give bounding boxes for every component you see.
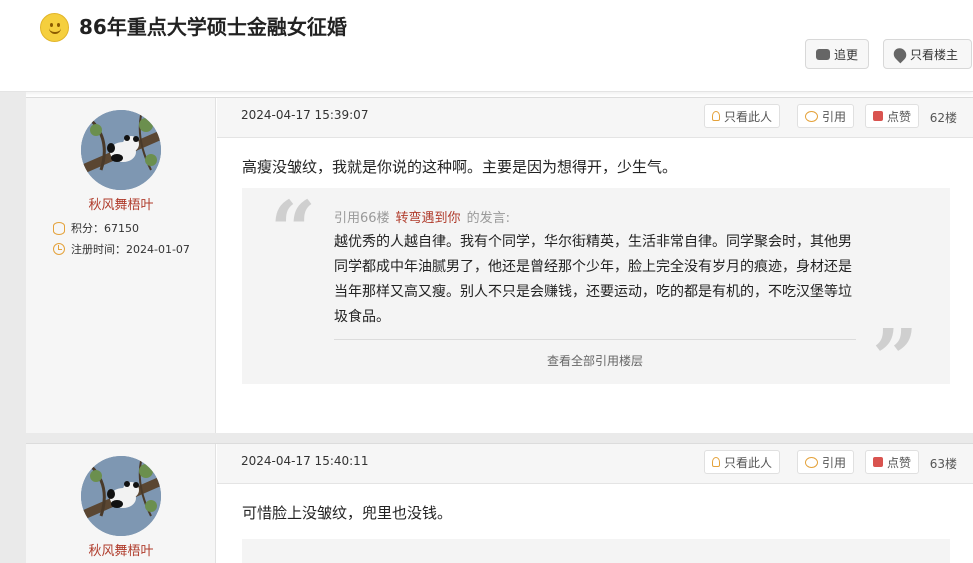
post-time: 2024-04-17 15:40:11 <box>241 454 369 468</box>
registered-text: 注册时间：2024-01-07 <box>71 243 190 256</box>
post-separator <box>26 433 973 443</box>
post-62: 秋风舞梧叶 积分：67150 注册时间：2024-01-07 2024-04-1… <box>26 97 973 433</box>
quote-bubble-icon <box>805 110 818 122</box>
coins-icon <box>53 221 65 235</box>
drop-icon <box>891 45 909 63</box>
post-text: 高瘦没皱纹，我就是你说的这种啊。主要是因为想得开，少生气。 <box>242 158 678 176</box>
post-toolbar: 2024-04-17 15:39:07 只看此人 引用 点赞 62楼 <box>217 98 973 138</box>
only-owner-button[interactable]: 只看楼主 <box>883 39 972 69</box>
only-this-user-button[interactable]: 只看此人 <box>704 450 781 474</box>
quote-divider <box>334 339 856 340</box>
left-gutter <box>0 92 26 563</box>
author-points: 积分：67150 <box>53 220 139 236</box>
page-title: 86年重点大学硕士金融女征婚 <box>79 15 347 39</box>
only-this-user-label: 只看此人 <box>724 109 773 124</box>
quote-button[interactable]: 引用 <box>797 450 855 474</box>
quote-text: 越优秀的人越自律。我有个同学，华尔街精英，生活非常自律。同学聚会时，其他男同学都… <box>334 234 852 325</box>
quote-label: 引用 <box>822 109 847 124</box>
thumbs-up-icon <box>873 457 883 467</box>
post-content: 2024-04-17 15:39:07 只看此人 引用 点赞 62楼 高瘦没皱纹… <box>217 98 973 433</box>
quote-header: 引用66楼 转弯遇到你 的发言: <box>334 207 510 226</box>
post-text: 可惜脸上没皱纹，兜里也没钱。 <box>242 504 453 522</box>
author-registered: 注册时间：2024-01-07 <box>53 241 190 257</box>
like-label: 点赞 <box>887 109 912 124</box>
floor-number: 62楼 <box>929 111 957 125</box>
only-this-user-label: 只看此人 <box>724 455 773 470</box>
chase-updates-button[interactable]: 追更 <box>805 39 869 69</box>
post-time: 2024-04-17 15:39:07 <box>241 108 369 122</box>
user-icon <box>712 111 720 121</box>
chat-icon <box>816 43 830 60</box>
open-quote-icon: “ <box>270 183 317 277</box>
quote-bubble-icon <box>805 456 818 468</box>
quoted-post <box>242 539 950 563</box>
like-label: 点赞 <box>887 455 912 470</box>
thread-header: 86年重点大学硕士金融女征婚 追更 只看楼主 <box>0 0 973 92</box>
thumbs-up-icon <box>873 111 883 121</box>
user-icon <box>712 457 720 467</box>
points-text: 积分：67150 <box>71 222 139 235</box>
clock-icon <box>53 243 65 255</box>
quote-button[interactable]: 引用 <box>797 104 855 128</box>
quote-label: 引用 <box>822 455 847 470</box>
only-owner-label: 只看楼主 <box>910 47 959 62</box>
avatar[interactable] <box>81 110 161 190</box>
author-panel: 秋风舞梧叶 积分：67150 注册时间：2024-01-07 <box>26 98 216 433</box>
only-this-user-button[interactable]: 只看此人 <box>704 104 781 128</box>
author-name[interactable]: 秋风舞梧叶 <box>26 194 216 213</box>
quote-prefix: 引用66楼 <box>334 211 390 226</box>
post-content: 2024-04-17 15:40:11 只看此人 引用 点赞 63楼 可惜脸上没… <box>217 444 973 563</box>
avatar[interactable] <box>81 456 161 536</box>
view-all-quotes-link[interactable]: 查看全部引用楼层 <box>334 352 856 369</box>
floor-number: 63楼 <box>929 457 957 471</box>
quote-author[interactable]: 转弯遇到你 <box>396 207 461 226</box>
smiley-icon <box>40 13 69 42</box>
chase-updates-label: 追更 <box>834 47 859 62</box>
quote-suffix: 的发言: <box>466 211 510 226</box>
author-name[interactable]: 秋风舞梧叶 <box>26 540 216 559</box>
post-63: 秋风舞梧叶 2024-04-17 15:40:11 只看此人 引用 点赞 63楼… <box>26 443 973 563</box>
like-button[interactable]: 点赞 <box>865 104 920 128</box>
close-quote-icon: ” <box>872 311 919 405</box>
like-button[interactable]: 点赞 <box>865 450 920 474</box>
quoted-post: “ 引用66楼 转弯遇到你 的发言: 越优秀的人越自律。我有个同学，华尔街精英，… <box>242 183 950 398</box>
post-toolbar: 2024-04-17 15:40:11 只看此人 引用 点赞 63楼 <box>217 444 973 484</box>
author-panel: 秋风舞梧叶 <box>26 444 216 563</box>
